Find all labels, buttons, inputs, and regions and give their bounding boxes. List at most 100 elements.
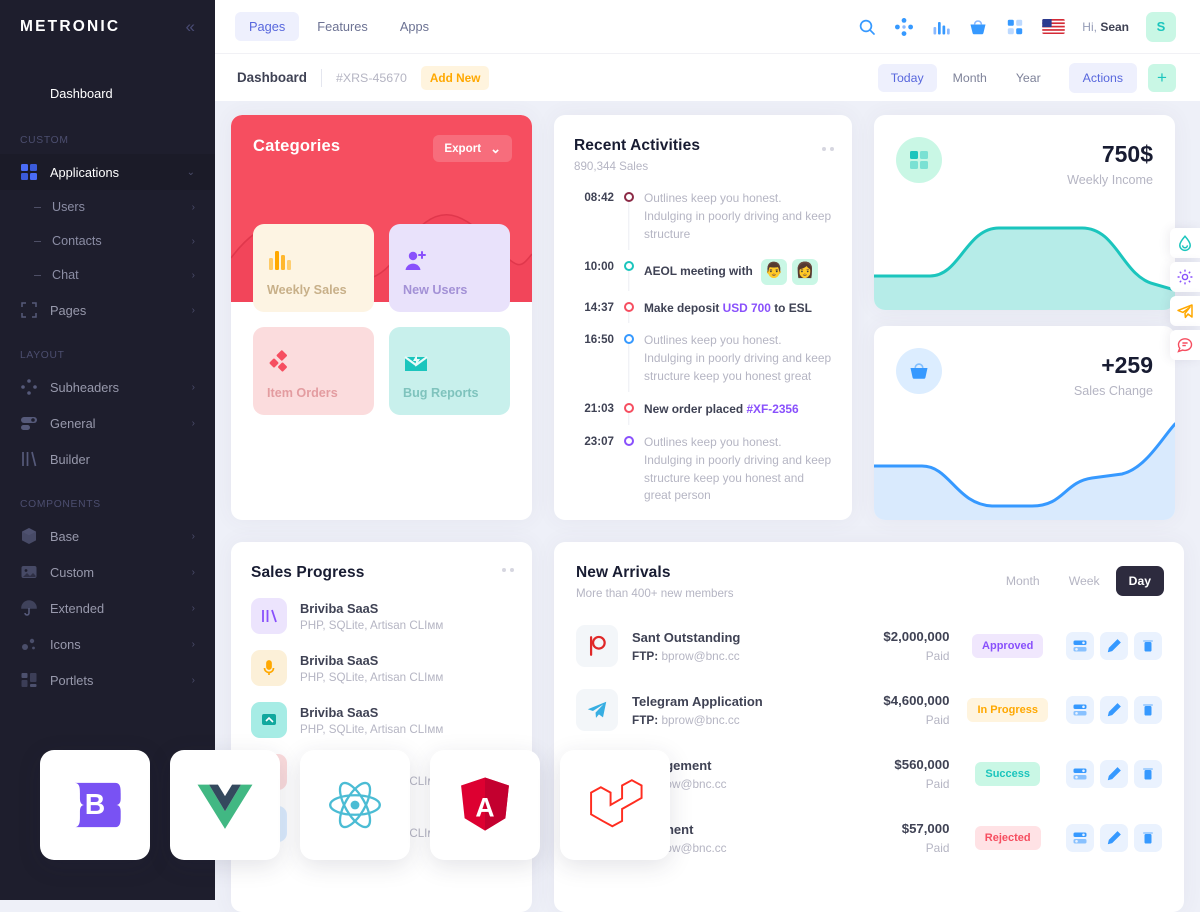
- trash-icon[interactable]: [1134, 824, 1162, 852]
- activity-item: 08:42 Outlines keep you honest. Indulging…: [574, 190, 832, 259]
- sidebar-brand: METRONIC «: [0, 0, 215, 53]
- vue-logo[interactable]: [170, 750, 280, 860]
- range-today[interactable]: Today: [877, 63, 937, 92]
- sales-progress-item[interactable]: Briviba SaaS PHP, SQLite, Artisan CLIмм: [251, 598, 512, 634]
- categories-card: Categories Export ⌄ Weekly Sales New User…: [231, 115, 532, 520]
- basket-icon[interactable]: [968, 17, 988, 37]
- angular-logo[interactable]: A: [430, 750, 540, 860]
- category-tile-weekly-sales[interactable]: Weekly Sales: [253, 224, 374, 312]
- sidebar-item-applications[interactable]: Applications ⌄: [0, 154, 215, 190]
- sales-progress-desc: PHP, SQLite, Artisan CLIмм: [300, 618, 444, 632]
- plus-icon[interactable]: +: [1148, 63, 1176, 92]
- activity-time: 14:37: [584, 300, 614, 314]
- sidebar-nav: Dashboard CUSTOM Applications ⌄ – Users › – Con…: [0, 53, 215, 698]
- activity-status-dot: [624, 403, 634, 414]
- squares-icon: [896, 137, 942, 183]
- gear-icon[interactable]: [1170, 262, 1200, 292]
- row-status: Approved: [949, 634, 1066, 658]
- edit-pencil-icon[interactable]: [1100, 824, 1128, 852]
- sidebar-item-general[interactable]: General ›: [0, 405, 215, 441]
- activity-text: Outlines keep you honest. Indulging in p…: [644, 434, 832, 503]
- sidebar-item-builder[interactable]: Builder: [0, 441, 215, 477]
- sidebar-item-portlets[interactable]: Portlets ›: [0, 662, 215, 698]
- flag-us-icon[interactable]: [1042, 19, 1066, 34]
- category-tile-new-users[interactable]: New Users: [389, 224, 510, 312]
- sidebar-item-icons[interactable]: Icons ›: [0, 626, 215, 662]
- chevron-double-left-icon[interactable]: «: [186, 18, 195, 35]
- subheader: Dashboard #XRS-45670 Add New Today Month Y…: [215, 53, 1200, 101]
- more-options-icon[interactable]: [502, 568, 514, 572]
- sales-progress-item[interactable]: Briviba SaaS PHP, SQLite, Artisan CLIмм: [251, 650, 512, 686]
- sidebar-item-extended[interactable]: Extended ›: [0, 590, 215, 626]
- activity-link[interactable]: #XF-2356: [746, 402, 798, 416]
- sidebar-item-label: Base: [50, 528, 80, 544]
- sales-progress-item[interactable]: Briviba SaaS PHP, SQLite, Artisan CLIмм: [251, 702, 512, 738]
- sidebar-item-custom[interactable]: Custom ›: [0, 554, 215, 590]
- sidebar-item-pages[interactable]: Pages ›: [0, 292, 215, 328]
- edit-pencil-icon[interactable]: [1100, 760, 1128, 788]
- trash-icon[interactable]: [1134, 760, 1162, 788]
- range-month[interactable]: Month: [940, 64, 1000, 92]
- settings-list-icon[interactable]: [1066, 760, 1094, 788]
- range-year[interactable]: Year: [1003, 64, 1054, 92]
- bar-chart-icon[interactable]: [931, 17, 951, 37]
- search-icon[interactable]: [857, 17, 877, 37]
- settings-list-icon[interactable]: [1066, 632, 1094, 660]
- category-tile-bug-reports[interactable]: Bug Reports: [389, 327, 510, 415]
- activity-link[interactable]: USD 700: [723, 301, 771, 315]
- chevron-right-icon: ›: [191, 417, 195, 429]
- category-tile-label: Item Orders: [267, 386, 338, 400]
- settings-list-icon[interactable]: [1066, 696, 1094, 724]
- sidebar-item-users[interactable]: – Users ›: [0, 190, 215, 224]
- laravel-logo[interactable]: [560, 750, 670, 860]
- chat-icon[interactable]: [1170, 330, 1200, 360]
- activity-item: 14:37 Make deposit USD 700 to ESL: [574, 300, 832, 333]
- sidebar-item-dashboard[interactable]: Dashboard: [0, 73, 215, 113]
- sales-progress-name: Briviba SaaS: [300, 704, 379, 720]
- screen-icon: [251, 702, 287, 738]
- new-arrivals-tab-month[interactable]: Month: [993, 566, 1053, 596]
- settings-list-icon[interactable]: [1066, 824, 1094, 852]
- activity-status-dot: [624, 260, 634, 271]
- greeting-name: Sean: [1100, 19, 1129, 34]
- more-options-icon[interactable]: [822, 147, 834, 151]
- payment-status: Paid: [925, 649, 950, 663]
- sidebar-item-chat[interactable]: – Chat ›: [0, 258, 215, 292]
- category-tile-item-orders[interactable]: Item Orders: [253, 327, 374, 415]
- status-badge: Success: [975, 762, 1041, 786]
- edit-pencil-icon[interactable]: [1100, 696, 1128, 724]
- row-status: In Progress: [949, 698, 1066, 722]
- sidebar-item-label: Pages: [50, 302, 87, 318]
- trash-icon[interactable]: [1134, 696, 1162, 724]
- sidebar-item-contacts[interactable]: – Contacts ›: [0, 224, 215, 258]
- actions-button[interactable]: Actions: [1068, 62, 1137, 93]
- grid-apps-icon[interactable]: [1005, 17, 1025, 37]
- share-nodes-icon[interactable]: [894, 17, 914, 37]
- bootstrap-logo[interactable]: B: [40, 750, 150, 860]
- chevron-right-icon: ›: [191, 674, 195, 686]
- new-arrivals-tab-week[interactable]: Week: [1056, 566, 1113, 596]
- sidebar-item-subheaders[interactable]: Subheaders ›: [0, 369, 215, 405]
- edit-pencil-icon[interactable]: [1100, 632, 1128, 660]
- avatar[interactable]: S: [1146, 11, 1176, 42]
- activity-marker: [614, 259, 644, 291]
- recent-activities-title: Recent Activities: [574, 137, 701, 154]
- add-new-badge[interactable]: Add New: [420, 65, 490, 90]
- trash-icon[interactable]: [1134, 632, 1162, 660]
- stat-sparkline: [874, 408, 1175, 520]
- send-icon[interactable]: [1170, 296, 1200, 326]
- droplet-icon[interactable]: [1170, 228, 1200, 258]
- header-tab-features[interactable]: Features: [303, 12, 382, 41]
- header-right-actions: Hi, Sean S: [857, 11, 1176, 42]
- basket-icon: [896, 347, 942, 394]
- react-logo[interactable]: [300, 750, 410, 860]
- export-button[interactable]: Export ⌄: [433, 135, 512, 162]
- chevron-down-icon: ⌄: [186, 166, 195, 178]
- top-header: Pages Features Apps Hi, Sean S: [215, 0, 1200, 53]
- right-floating-toolbar: [1170, 228, 1200, 360]
- stat-label: Weekly Income: [1067, 173, 1153, 187]
- header-tab-pages[interactable]: Pages: [235, 12, 300, 41]
- new-arrivals-tab-day[interactable]: Day: [1115, 566, 1164, 596]
- sidebar-item-base[interactable]: Base ›: [0, 518, 215, 554]
- header-tab-apps[interactable]: Apps: [386, 12, 443, 41]
